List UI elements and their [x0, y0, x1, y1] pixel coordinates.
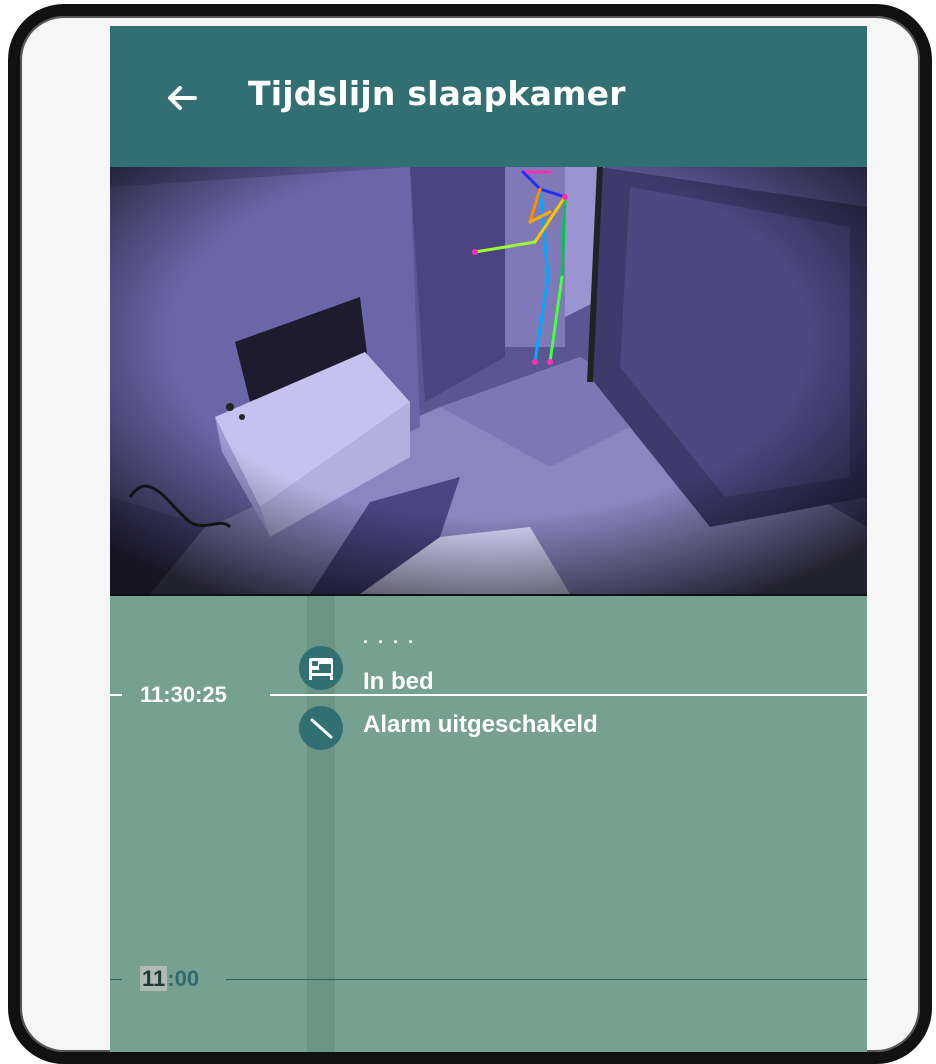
event-label-in-bed: In bed — [363, 668, 434, 695]
camera-feed[interactable] — [110, 167, 867, 597]
event-in-bed[interactable] — [299, 646, 343, 690]
truncated-event-label: ···· — [363, 632, 423, 652]
current-time-label: 11:30:25 — [140, 682, 227, 707]
current-time-indicator — [270, 694, 867, 696]
camera-image — [110, 167, 867, 594]
hour-label: 11:00 — [140, 966, 199, 992]
current-time-tick — [110, 694, 122, 696]
app-screen: Tijdslijn slaapkamer ···· 11:30:25 In be… — [110, 26, 867, 1052]
device-frame: Tijdslijn slaapkamer ···· 11:30:25 In be… — [8, 4, 932, 1064]
hour-tick — [110, 979, 122, 980]
hour-label-hour: 11 — [140, 966, 168, 991]
page-title: Tijdslijn slaapkamer — [248, 74, 626, 113]
bed-icon — [309, 658, 333, 680]
timeline[interactable]: ···· 11:30:25 In bed Alarm uitgeschakeld… — [110, 596, 867, 1052]
arrow-left-icon — [168, 86, 197, 110]
event-alarm-off[interactable] — [299, 706, 343, 750]
app-bar: Tijdslijn slaapkamer — [110, 26, 867, 167]
back-button[interactable] — [162, 78, 202, 118]
hour-line — [226, 979, 867, 980]
alarm-off-icon — [310, 718, 333, 739]
event-label-alarm-off: Alarm uitgeschakeld — [363, 711, 598, 738]
hour-label-minutes: :00 — [167, 966, 200, 991]
